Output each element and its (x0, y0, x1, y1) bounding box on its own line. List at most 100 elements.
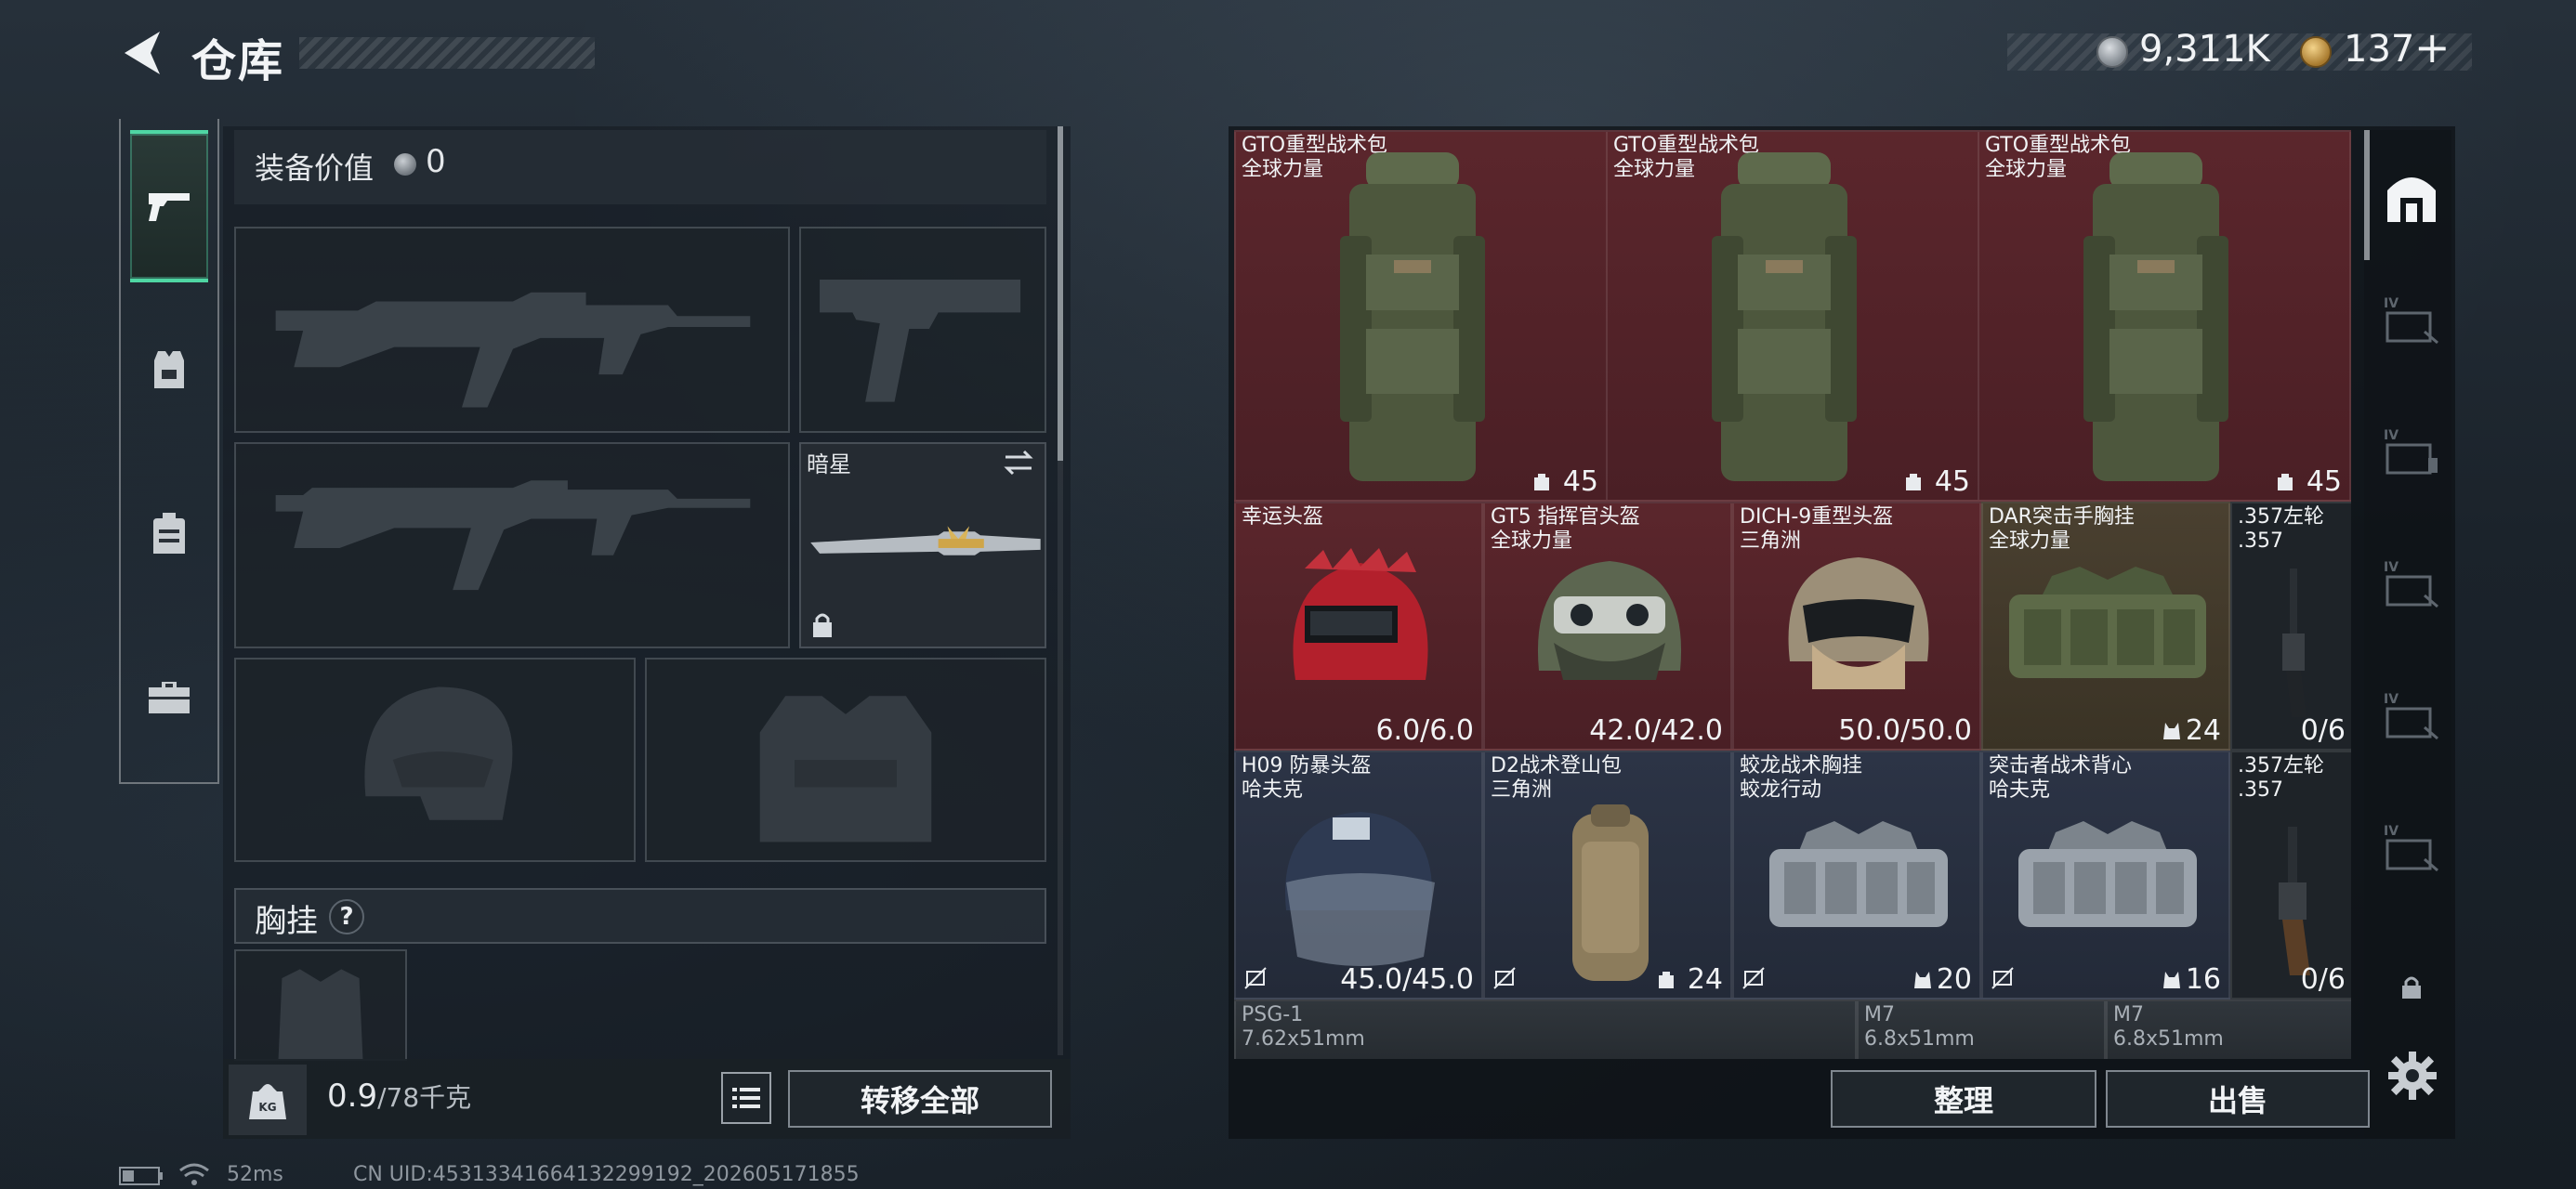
user-uid: CN UID:453133416641322991​92_20260517185… (353, 1163, 860, 1186)
tab-weapons[interactable] (130, 130, 208, 282)
helmet-icon (1293, 548, 1428, 680)
item-cell-dar-chest-rig[interactable]: DAR突击手胸挂 全球力量 24 (1981, 502, 2230, 751)
list-view-button[interactable] (721, 1072, 771, 1124)
chest-rig-silhouette-icon (278, 969, 363, 1059)
no-insurance-icon (1244, 967, 1267, 989)
backpack-icon (153, 513, 185, 554)
wifi-icon (179, 1163, 209, 1185)
item-cell-backpack-2[interactable]: GTO重型战术包 全球力量 45 (1606, 130, 1979, 502)
tab-armor[interactable] (130, 294, 208, 446)
pistol-silhouette-icon (820, 279, 1021, 402)
melee-item-name: 暗星 (807, 451, 851, 477)
capacity-icon (1534, 474, 1549, 490)
storage-page-4[interactable]: IV (2379, 552, 2444, 617)
item-cell-d2-backpack[interactable]: D2战术登山包 三角洲 24 (1483, 751, 1732, 1000)
svg-text:IV: IV (2384, 428, 2399, 443)
sort-button[interactable]: 整理 (1831, 1070, 2096, 1128)
item-caliber: .357 (2238, 778, 2283, 802)
no-insurance-icon (1991, 967, 2014, 989)
item-cell-gt5-helmet[interactable]: GT5 指挥官头盔 全球力量 42.0/42.0 (1483, 502, 1732, 751)
revolver-icon (2282, 568, 2307, 717)
locked-storage-page[interactable] (2379, 955, 2444, 1020)
item-cell-backpack-1[interactable]: GTO重型战术包 全球力量 45 (1234, 130, 1608, 502)
storage-box-icon: IV (2384, 560, 2438, 608)
svg-text:IV: IV (2384, 560, 2399, 575)
item-capacity: 24 (2185, 714, 2221, 747)
toolbox-icon (149, 682, 190, 713)
warehouse-icon (2387, 177, 2436, 222)
item-name: GT5 指挥官头盔 (1491, 505, 1640, 529)
item-faction: 蛟龙行动 (1740, 778, 1822, 802)
storage-box-icon: IV (2384, 296, 2438, 345)
page-title: 仓库 (191, 35, 285, 87)
item-capacity: 16 (2185, 963, 2221, 996)
storage-page-2[interactable]: IV (2379, 288, 2444, 353)
loadout-scrollbar-thumb[interactable] (1058, 126, 1063, 461)
lock-icon (2402, 976, 2421, 999)
tab-kit[interactable] (130, 621, 208, 773)
storage-page-6[interactable]: IV (2379, 816, 2444, 881)
back-arrow-icon[interactable] (119, 28, 164, 78)
capacity-icon (2163, 972, 2180, 988)
sell-button[interactable]: 出售 (2106, 1070, 2370, 1128)
carry-weight-current: 0.9 (327, 1078, 378, 1115)
help-icon[interactable]: ? (329, 899, 364, 934)
helmet-icon (1285, 812, 1435, 966)
ping-readout: 52ms (227, 1163, 283, 1186)
item-durability: 50.0/50.0 (1838, 714, 1972, 747)
item-capacity: 45 (2306, 465, 2342, 498)
transfer-all-button[interactable]: 转移全部 (788, 1070, 1052, 1128)
item-cell-dich9-helmet[interactable]: DICH-9重型头盔 三角洲 50.0/50.0 (1732, 502, 1981, 751)
primary-weapon-slot-1[interactable] (234, 227, 790, 433)
item-cell-jiaolong-chest-rig[interactable]: 蛟龙战术胸挂 蛟龙行动 20 (1732, 751, 1981, 1000)
weight-icon: KG (229, 1065, 307, 1135)
item-name: M7 (1864, 1003, 1895, 1026)
item-faction: 哈夫克 (1989, 778, 2051, 802)
item-name: D2战术登山包 (1491, 754, 1622, 777)
add-currency-button[interactable]: + (2414, 22, 2451, 72)
backpack-icon (1572, 804, 1649, 981)
capacity-icon (2163, 723, 2180, 739)
item-cell-psg1[interactable]: PSG-1 7.62x51mm (1234, 1000, 1857, 1059)
warehouse-scrollbar[interactable] (2364, 130, 2370, 260)
item-cell-assault-vest[interactable]: 突击者战术背心 哈夫克 16 (1981, 751, 2230, 1000)
item-cell-m7-1[interactable]: M7 6.8x51mm (1857, 1000, 2106, 1059)
helmet-slot[interactable] (234, 658, 636, 862)
warehouse-home-button[interactable] (2379, 163, 2444, 229)
chest-rig-icon (2009, 567, 2206, 678)
storage-page-5[interactable]: IV (2379, 684, 2444, 749)
settings-gear-icon[interactable] (2386, 1050, 2438, 1102)
item-ammo: 0/6 (2300, 963, 2346, 996)
item-faction: 全球力量 (1989, 529, 2071, 553)
body-armor-slot[interactable] (645, 658, 1046, 862)
storage-box-icon: IV (2384, 824, 2438, 872)
item-cell-backpack-3[interactable]: GTO重型战术包 全球力量 45 (1978, 130, 2351, 502)
list-icon (732, 1088, 760, 1108)
equipment-value-label: 装备价值 (255, 150, 375, 186)
armor-silhouette-icon (759, 696, 932, 843)
capacity-icon (1659, 972, 1674, 988)
storage-box-icon: IV (2384, 428, 2438, 475)
tab-backpack[interactable] (130, 457, 208, 609)
svg-text:IV: IV (2384, 824, 2399, 839)
item-capacity: 24 (1687, 963, 1723, 996)
item-caliber: 6.8x51mm (1864, 1027, 1975, 1051)
carry-weight: 0.9/78千克 (327, 1078, 471, 1115)
helmet-icon (1788, 557, 1929, 689)
item-cell-357-revolver-1[interactable]: .357左轮 .357 0/6 (2230, 502, 2351, 751)
sidearm-slot[interactable] (799, 227, 1046, 433)
item-cell-357-revolver-2[interactable]: .357左轮 .357 0/6 (2230, 751, 2351, 1000)
item-caliber: 7.62x51mm (1242, 1027, 1365, 1051)
helmet-silhouette-icon (364, 686, 513, 820)
chest-rig-label: 胸挂 (255, 903, 318, 940)
item-cell-m7-2[interactable]: M7 6.8x51mm (2106, 1000, 2351, 1059)
swap-icon[interactable] (1002, 446, 1035, 479)
storage-page-3[interactable]: IV (2379, 420, 2444, 485)
item-cell-h09-helmet[interactable]: H09 防暴头盔 哈夫克 45.0/45.0 (1234, 751, 1483, 1000)
primary-weapon-slot-2[interactable] (234, 442, 790, 648)
item-durability: 45.0/45.0 (1340, 963, 1474, 996)
item-name: M7 (2113, 1003, 2144, 1026)
item-cell-lucky-helmet[interactable]: 幸运头盔 6.0/6.0 (1234, 502, 1483, 751)
chest-rig-slot[interactable] (234, 949, 407, 1061)
no-insurance-icon (1742, 967, 1765, 989)
